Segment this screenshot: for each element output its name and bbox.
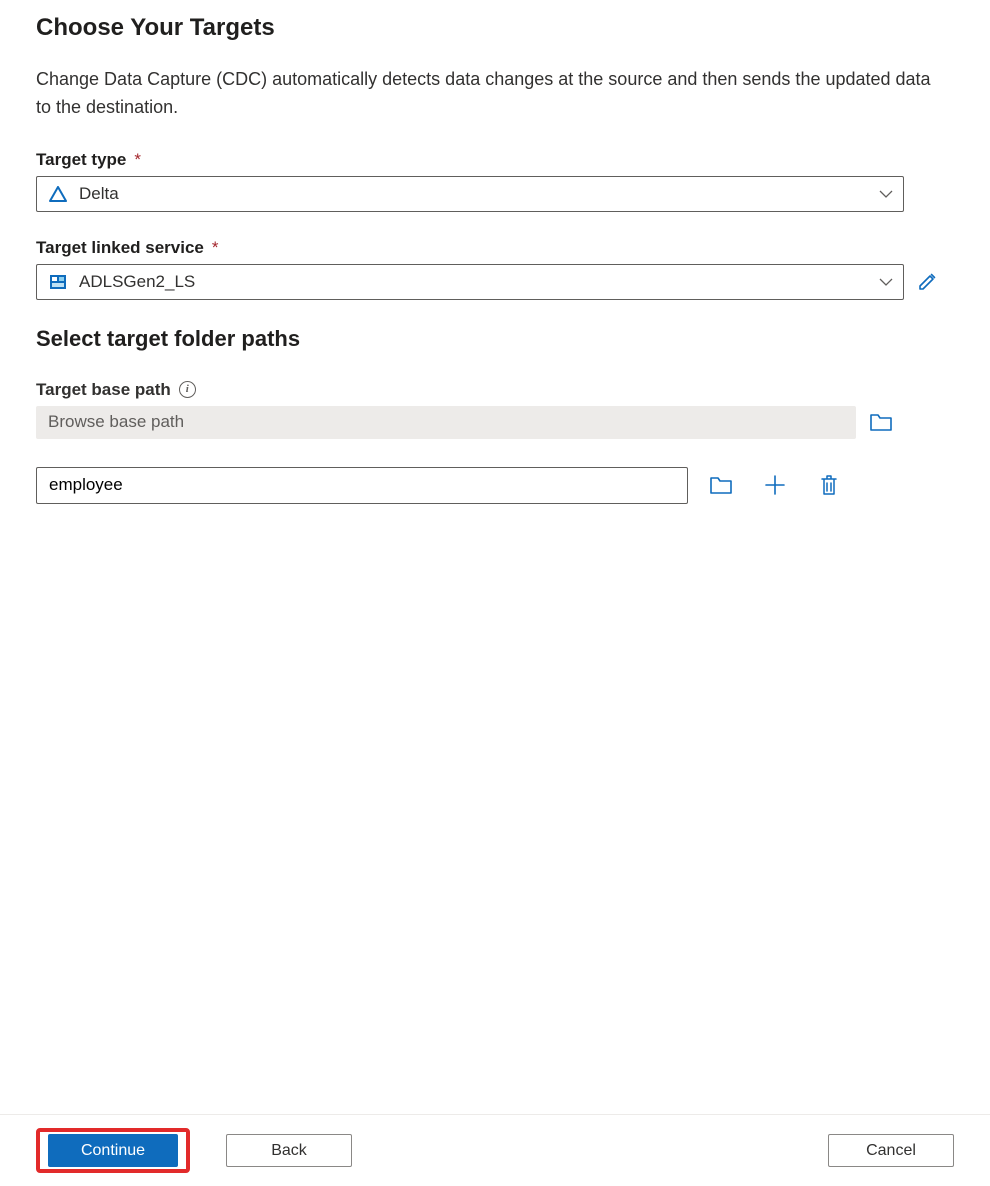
- linked-service-label: Target linked service*: [36, 238, 954, 258]
- target-type-label: Target type*: [36, 150, 954, 170]
- chevron-down-icon: [879, 190, 893, 198]
- target-path-input[interactable]: [36, 467, 688, 504]
- continue-highlight: Continue: [36, 1128, 190, 1173]
- folder-paths-heading: Select target folder paths: [36, 326, 954, 352]
- edit-linked-service-button[interactable]: [916, 271, 938, 293]
- trash-icon: [819, 474, 839, 496]
- base-path-input[interactable]: [36, 406, 856, 439]
- back-button[interactable]: Back: [226, 1134, 352, 1167]
- browse-path-button[interactable]: [708, 472, 734, 498]
- folder-icon: [709, 475, 733, 495]
- info-icon[interactable]: i: [179, 381, 196, 398]
- browse-base-path-button[interactable]: [868, 409, 894, 435]
- folder-icon: [869, 412, 893, 432]
- cancel-button[interactable]: Cancel: [828, 1134, 954, 1167]
- delta-icon: [47, 186, 69, 202]
- page-title: Choose Your Targets: [36, 14, 954, 42]
- chevron-down-icon: [879, 278, 893, 286]
- required-indicator: *: [134, 150, 141, 170]
- storage-icon: [47, 275, 69, 289]
- add-path-button[interactable]: [762, 472, 788, 498]
- target-type-select[interactable]: Delta: [36, 176, 904, 212]
- linked-service-select[interactable]: ADLSGen2_LS: [36, 264, 904, 300]
- linked-service-value: ADLSGen2_LS: [79, 272, 195, 292]
- pencil-icon: [917, 272, 937, 292]
- wizard-footer: Continue Back Cancel: [0, 1114, 990, 1186]
- plus-icon: [764, 474, 786, 496]
- continue-button[interactable]: Continue: [48, 1134, 178, 1167]
- required-indicator: *: [212, 238, 219, 258]
- base-path-label: Target base path i: [36, 380, 954, 400]
- target-type-value: Delta: [79, 184, 119, 204]
- delete-path-button[interactable]: [816, 472, 842, 498]
- page-description: Change Data Capture (CDC) automatically …: [36, 66, 946, 122]
